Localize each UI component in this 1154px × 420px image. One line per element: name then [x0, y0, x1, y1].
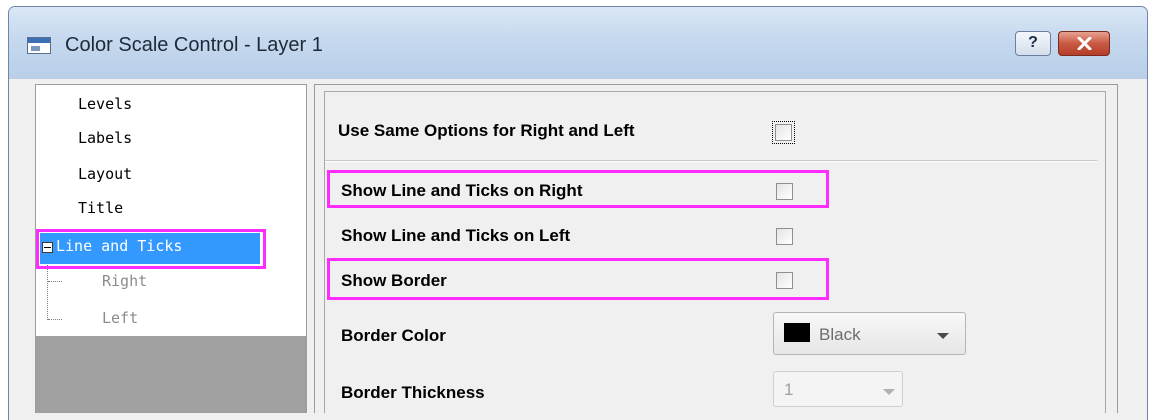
tree-empty-area: [36, 336, 306, 413]
tree-item-labels[interactable]: Labels: [78, 129, 132, 147]
tree-item-layout[interactable]: Layout: [78, 165, 132, 183]
color-swatch: [784, 323, 810, 342]
show-border-highlight-box: [327, 258, 829, 300]
show-left-checkbox[interactable]: [776, 228, 793, 245]
border-color-label: Border Color: [341, 326, 446, 345]
show-left-label: Show Line and Ticks on Left: [341, 226, 571, 245]
window-title: Color Scale Control - Layer 1: [65, 34, 323, 56]
border-color-dropdown[interactable]: Black: [773, 312, 966, 355]
same-options-checkbox[interactable]: [772, 121, 795, 144]
tree-connector-line: [48, 281, 62, 282]
window-app-icon: [27, 37, 51, 54]
chevron-down-icon: [937, 333, 949, 339]
tree-highlight-box: [36, 229, 266, 269]
tree-item-levels[interactable]: Levels: [78, 95, 132, 113]
show-right-highlight-box: [327, 170, 829, 208]
tree-item-title[interactable]: Title: [78, 199, 123, 217]
help-button[interactable]: ?: [1015, 31, 1051, 56]
chevron-down-icon: [883, 389, 895, 395]
tree-item-left[interactable]: Left: [102, 309, 138, 327]
border-thickness-value: 1: [784, 380, 794, 399]
close-button[interactable]: [1058, 31, 1110, 56]
tree-connector-line: [48, 319, 62, 320]
title-bar: Color Scale Control - Layer 1 ?: [9, 7, 1147, 79]
tree-item-right[interactable]: Right: [102, 272, 147, 290]
border-thickness-label: Border Thickness: [341, 383, 485, 402]
border-thickness-dropdown[interactable]: 1: [773, 371, 903, 407]
separator-line: [325, 160, 1097, 162]
tree-connector-line: [47, 265, 48, 320]
border-color-value: Black: [819, 325, 861, 344]
close-x-icon: [1077, 37, 1092, 50]
same-options-label: Use Same Options for Right and Left: [338, 121, 635, 140]
